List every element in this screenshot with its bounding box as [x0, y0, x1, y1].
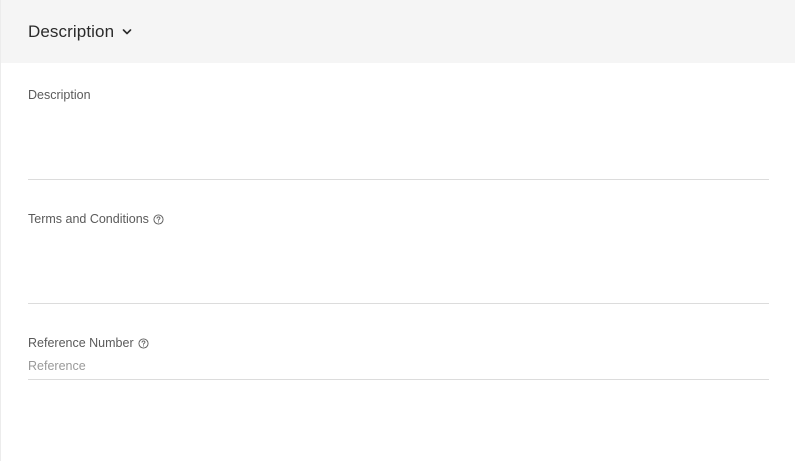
description-label: Description — [28, 88, 769, 102]
chevron-down-icon — [122, 28, 132, 36]
description-textarea[interactable] — [28, 102, 769, 180]
reference-label-text: Reference Number — [28, 336, 134, 350]
reference-label: Reference Number — [28, 336, 769, 350]
terms-label: Terms and Conditions — [28, 212, 769, 226]
description-label-text: Description — [28, 88, 91, 102]
reference-input[interactable] — [28, 350, 769, 380]
terms-label-text: Terms and Conditions — [28, 212, 149, 226]
help-circle-icon[interactable] — [138, 337, 149, 349]
description-field: Description — [28, 63, 769, 180]
description-panel: Description Description Terms and Condit… — [0, 0, 795, 461]
terms-textarea[interactable] — [28, 226, 769, 304]
terms-field: Terms and Conditions — [28, 180, 769, 304]
section-header-toggle[interactable]: Description — [1, 0, 795, 63]
reference-field: Reference Number — [28, 304, 769, 380]
help-circle-icon[interactable] — [153, 213, 164, 225]
description-form: Description Terms and Conditions Referen… — [1, 63, 795, 380]
section-title: Description — [28, 21, 115, 41]
